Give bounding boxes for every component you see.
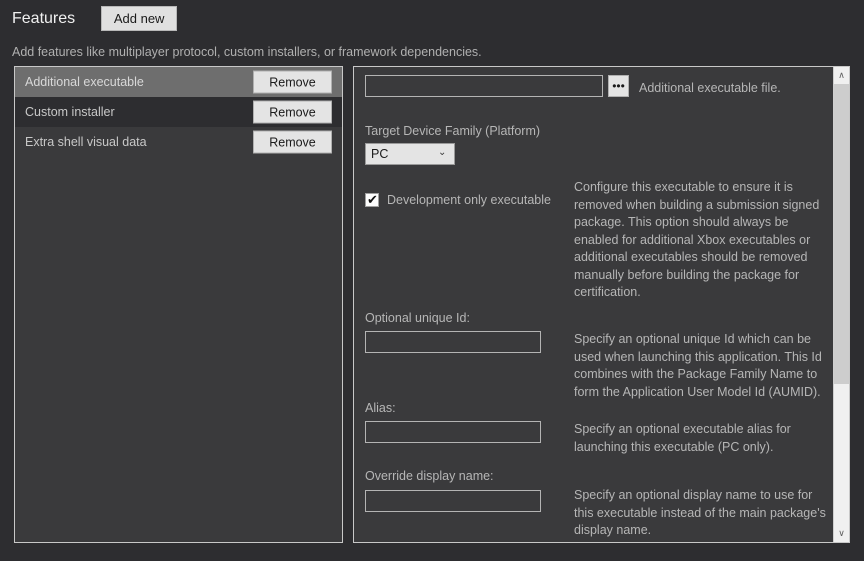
target-device-family-label: Target Device Family (Platform) — [365, 124, 541, 138]
chevron-down-icon: ⌄ — [438, 147, 447, 158]
feature-detail-panel: ••• Additional executable file. Target D… — [353, 66, 850, 543]
override-display-name-description: Specify an optional display name to use … — [574, 488, 826, 537]
page-subtitle: Add features like multiplayer protocol, … — [12, 45, 482, 59]
features-page: Features Add new Add features like multi… — [0, 0, 864, 561]
page-header: Features Add new — [12, 6, 178, 31]
add-new-button[interactable]: Add new — [101, 6, 178, 31]
target-device-family-select[interactable]: PC ⌄ — [365, 143, 455, 165]
development-only-label: Development only executable — [387, 193, 551, 207]
optional-unique-id-description: Specify an optional unique Id which can … — [574, 332, 822, 399]
target-device-family-value: PC — [371, 147, 389, 161]
detail-scrollbar[interactable]: ∧ ∨ — [833, 67, 849, 542]
development-only-checkbox[interactable]: ✔ Development only executable — [365, 192, 551, 208]
override-display-name-input[interactable] — [365, 490, 541, 512]
scrollbar-thumb[interactable] — [834, 84, 849, 384]
executable-file-row: ••• — [365, 75, 629, 97]
optional-unique-id-input[interactable] — [365, 331, 541, 353]
list-item[interactable]: Custom installer Remove — [15, 97, 342, 127]
alias-description: Specify an optional executable alias for… — [574, 422, 791, 454]
checkmark-icon: ✔ — [367, 192, 378, 207]
optional-unique-id-label: Optional unique Id: — [365, 311, 470, 325]
remove-button[interactable]: Remove — [253, 70, 332, 94]
checkbox-box: ✔ — [365, 192, 379, 207]
alias-input[interactable] — [365, 421, 541, 443]
remove-button[interactable]: Remove — [253, 130, 332, 154]
alias-label: Alias: — [365, 401, 396, 415]
browse-ellipsis-button[interactable]: ••• — [608, 75, 629, 97]
scroll-up-arrow-icon[interactable]: ∧ — [834, 67, 849, 84]
features-list-panel: Additional executable Remove Custom inst… — [14, 66, 343, 543]
scroll-down-arrow-icon[interactable]: ∨ — [834, 525, 849, 542]
list-item[interactable]: Extra shell visual data Remove — [15, 127, 342, 157]
page-title: Features — [12, 9, 76, 27]
executable-file-hint: Additional executable file. — [639, 81, 781, 95]
executable-file-input[interactable] — [365, 75, 603, 97]
development-only-description: Configure this executable to ensure it i… — [574, 180, 820, 299]
remove-button[interactable]: Remove — [253, 100, 332, 124]
detail-form: ••• Additional executable file. Target D… — [354, 67, 826, 542]
override-display-name-label: Override display name: — [365, 469, 494, 483]
list-item[interactable]: Additional executable Remove — [15, 67, 342, 97]
